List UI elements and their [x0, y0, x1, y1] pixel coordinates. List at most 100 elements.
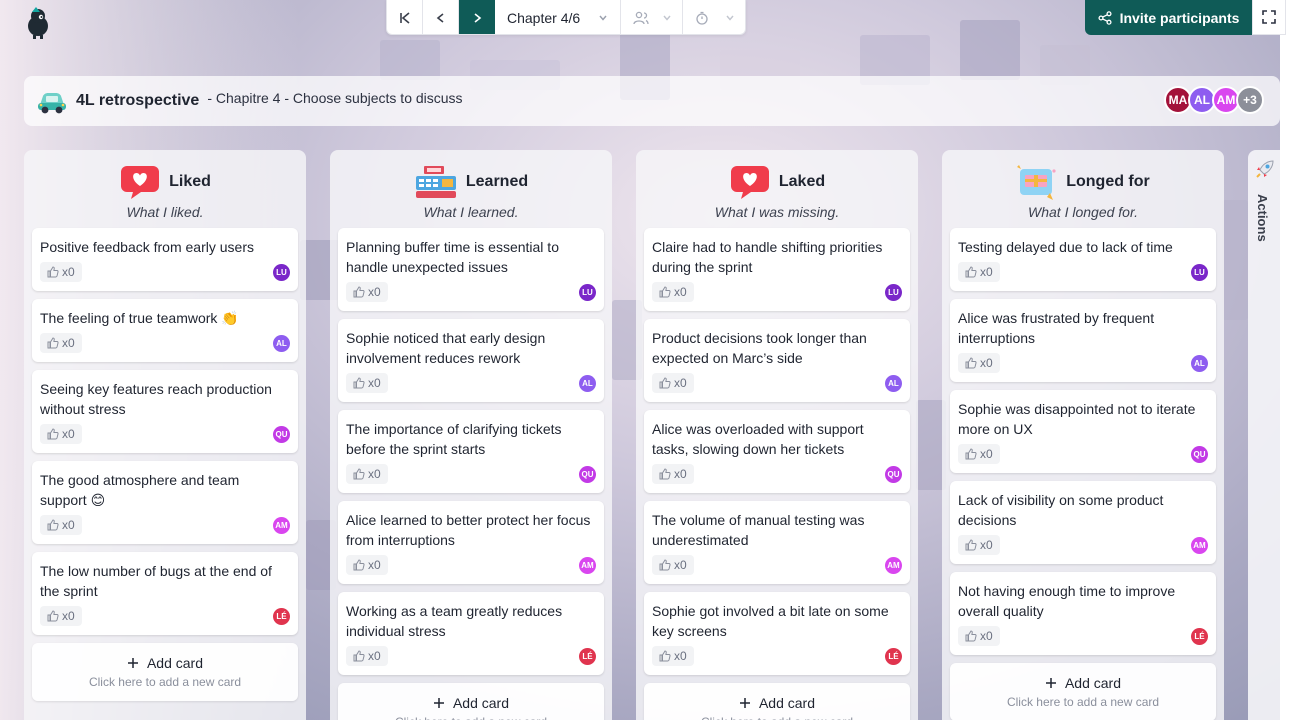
- thumbs-up-icon: [47, 519, 59, 531]
- retro-card[interactable]: The low number of bugs at the end of the…: [32, 552, 298, 635]
- thumbs-up-icon: [47, 428, 59, 440]
- like-count: x0: [674, 376, 687, 390]
- card-author-avatar: AM: [1191, 536, 1208, 554]
- app-logo-icon[interactable]: [22, 6, 54, 40]
- column-subtitle: What I longed for.: [1028, 204, 1138, 220]
- card-text: Sophie was disappointed not to iterate m…: [958, 401, 1196, 437]
- card-text: The importance of clarifying tickets bef…: [346, 421, 562, 457]
- participant-avatars[interactable]: MA AL AM +3: [1164, 86, 1264, 114]
- like-count: x0: [980, 265, 993, 279]
- card-text: Positive feedback from early users: [40, 239, 254, 255]
- column-title: Learned: [465, 173, 529, 190]
- retro-card[interactable]: Sophie got involved a bit late on some k…: [644, 592, 910, 675]
- thumbs-up-icon: [965, 630, 977, 642]
- thumbs-up-icon: [965, 266, 977, 278]
- add-card-button[interactable]: Add card Click here to add a new card: [32, 643, 298, 701]
- retro-card[interactable]: The volume of manual testing was underes…: [644, 501, 910, 584]
- like-count: x0: [980, 447, 993, 461]
- retro-card[interactable]: Alice learned to better protect her focu…: [338, 501, 604, 584]
- retro-card[interactable]: Sophie noticed that early design involve…: [338, 319, 604, 402]
- retro-card[interactable]: Lack of visibility on some product decis…: [950, 481, 1216, 564]
- next-chapter-button[interactable]: [459, 0, 495, 34]
- like-button[interactable]: x0: [652, 464, 694, 484]
- retro-card[interactable]: Alice was frustrated by frequent interru…: [950, 299, 1216, 382]
- stopwatch-icon: [696, 11, 708, 25]
- invite-label: Invite participants: [1119, 9, 1240, 26]
- card-text: The feeling of true teamwork 👏: [40, 310, 239, 326]
- first-chapter-button[interactable]: [387, 0, 423, 34]
- chapter-select[interactable]: Chapter 4/6: [495, 0, 621, 34]
- like-count: x0: [62, 265, 75, 279]
- retro-card[interactable]: The importance of clarifying tickets bef…: [338, 410, 604, 493]
- like-count: x0: [980, 629, 993, 643]
- like-button[interactable]: x0: [958, 535, 1000, 555]
- actions-label: Actions: [1255, 194, 1270, 242]
- like-button[interactable]: x0: [652, 555, 694, 575]
- retro-card[interactable]: Planning buffer time is essential to han…: [338, 228, 604, 311]
- like-button[interactable]: x0: [40, 424, 82, 444]
- like-button[interactable]: x0: [346, 464, 388, 484]
- card-text: Planning buffer time is essential to han…: [346, 239, 559, 275]
- like-count: x0: [368, 558, 381, 572]
- retro-card[interactable]: Seeing key features reach production wit…: [32, 370, 298, 453]
- like-button[interactable]: x0: [958, 353, 1000, 373]
- card-text: Alice was frustrated by frequent interru…: [958, 310, 1155, 346]
- plus-icon: [1045, 678, 1056, 688]
- retro-card[interactable]: The good atmosphere and team support 😊 x0…: [32, 461, 298, 544]
- like-button[interactable]: x0: [40, 515, 82, 535]
- retro-card[interactable]: Sophie was disappointed not to iterate m…: [950, 390, 1216, 473]
- card-author-avatar: LÉ: [579, 647, 596, 665]
- card-text: Working as a team greatly reduces indivi…: [346, 603, 563, 639]
- add-card-button[interactable]: Add card Click here to add a new card: [644, 683, 910, 720]
- thumbs-up-icon: [353, 286, 365, 298]
- heart-chat-icon: [121, 166, 160, 199]
- card-text: Lack of visibility on some product decis…: [958, 492, 1164, 528]
- like-button[interactable]: x0: [958, 262, 1000, 282]
- participants-select[interactable]: [621, 0, 683, 34]
- actions-panel-tab[interactable]: Actions: [1248, 150, 1280, 720]
- retro-card[interactable]: Claire had to handle shifting priorities…: [644, 228, 910, 311]
- plus-icon: [127, 658, 138, 668]
- like-button[interactable]: x0: [652, 282, 694, 302]
- previous-chapter-button[interactable]: [423, 0, 459, 34]
- fullscreen-button[interactable]: [1252, 0, 1286, 35]
- like-button[interactable]: x0: [346, 555, 388, 575]
- retro-card[interactable]: Alice was overloaded with support tasks,…: [644, 410, 910, 493]
- add-card-label: Add card: [758, 695, 816, 711]
- like-button[interactable]: x0: [40, 262, 82, 282]
- card-author-avatar: LÉ: [273, 607, 290, 625]
- add-card-button[interactable]: Add card Click here to add a new card: [950, 663, 1216, 720]
- more-participants-badge[interactable]: +3: [1236, 86, 1264, 114]
- skip-back-icon: [399, 11, 410, 24]
- add-card-label: Add card: [1064, 675, 1122, 691]
- retro-card[interactable]: The feeling of true teamwork 👏 x0 AL: [32, 299, 298, 362]
- retro-card[interactable]: Not having enough time to improve overal…: [950, 572, 1216, 655]
- chevron-left-icon: [436, 12, 443, 23]
- like-button[interactable]: x0: [346, 373, 388, 393]
- retro-card[interactable]: Working as a team greatly reduces indivi…: [338, 592, 604, 675]
- like-button[interactable]: x0: [346, 282, 388, 302]
- like-count: x0: [368, 285, 381, 299]
- invite-participants-button[interactable]: Invite participants: [1085, 0, 1252, 35]
- thumbs-up-icon: [965, 357, 977, 369]
- like-button[interactable]: x0: [652, 646, 694, 666]
- like-count: x0: [62, 427, 75, 441]
- thumbs-up-icon: [965, 539, 977, 551]
- add-card-button[interactable]: Add card Click here to add a new card: [338, 683, 604, 720]
- like-count: x0: [674, 467, 687, 481]
- card-author-avatar: LU: [885, 283, 902, 301]
- like-button[interactable]: x0: [652, 373, 694, 393]
- like-button[interactable]: x0: [958, 626, 1000, 646]
- retro-card[interactable]: Product decisions took longer than expec…: [644, 319, 910, 402]
- like-button[interactable]: x0: [958, 444, 1000, 464]
- card-text: Sophie got involved a bit late on some k…: [652, 603, 889, 639]
- retro-card[interactable]: Positive feedback from early users x0 LU: [32, 228, 298, 291]
- like-button[interactable]: x0: [40, 333, 82, 353]
- chapter-label: Chapter 4/6: [507, 9, 581, 26]
- like-button[interactable]: x0: [346, 646, 388, 666]
- timer-select[interactable]: [683, 0, 745, 34]
- retro-card[interactable]: Testing delayed due to lack of time x0 LU: [950, 228, 1216, 291]
- like-button[interactable]: x0: [40, 606, 82, 626]
- card-list: Planning buffer time is essential to han…: [338, 228, 604, 720]
- card-author-avatar: AM: [273, 516, 290, 534]
